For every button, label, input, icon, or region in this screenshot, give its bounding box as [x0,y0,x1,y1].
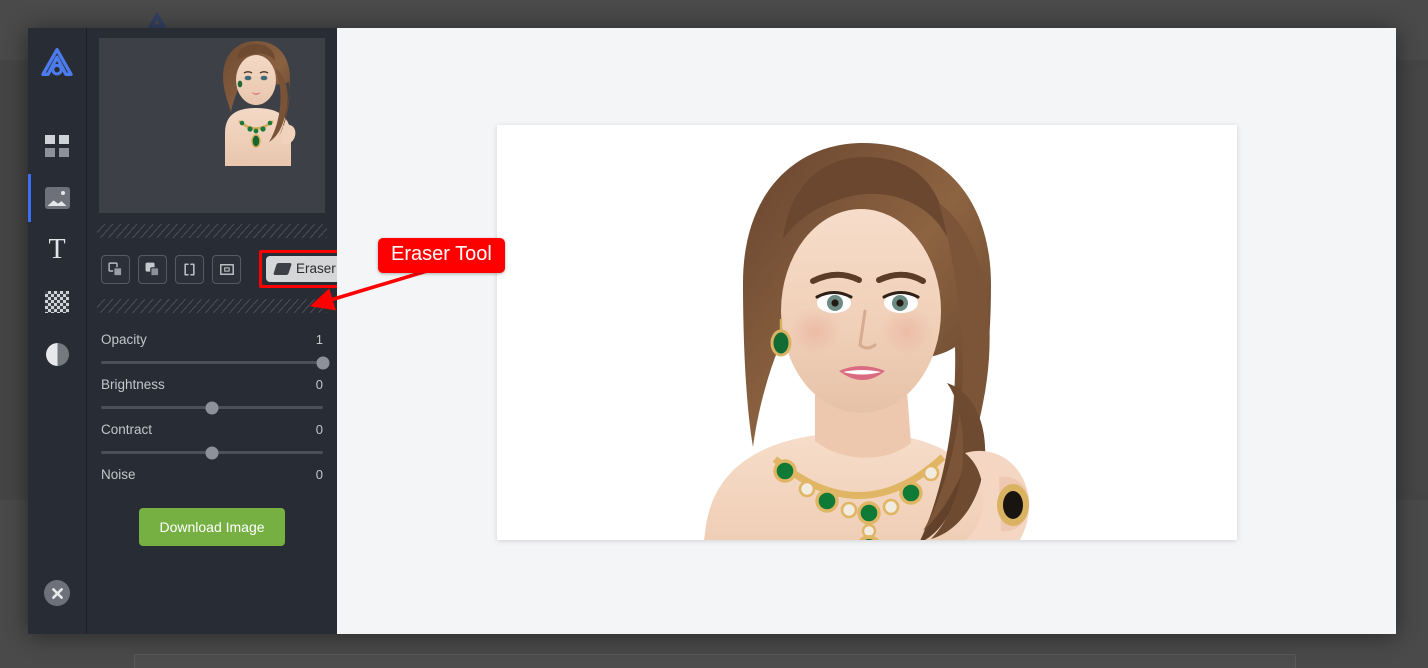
preview-thumbnail-wrap [87,28,337,213]
sidebar-item-background[interactable] [28,276,86,328]
brackets-icon [184,262,195,276]
editor-canvas[interactable] [337,28,1396,634]
slider-contract-track[interactable] [101,446,323,459]
close-editor-button[interactable] [44,580,70,606]
slider-brightness-track[interactable] [101,401,323,414]
slider-noise-label: Noise [101,467,136,482]
slider-noise-header: Noise 0 [101,467,323,482]
checkerboard-icon [45,291,69,313]
download-image-button[interactable]: Download Image [139,508,285,546]
canvas-image-card[interactable] [497,125,1237,540]
rail-tool-list: T [28,120,86,380]
brackets-button[interactable] [175,254,204,284]
bring-to-front-icon [145,262,160,276]
grid-icon [45,135,69,157]
canvas-portrait-image [704,143,1030,540]
slider-opacity: Opacity 1 [101,319,330,369]
image-icon [44,187,70,209]
panel-divider-bottom [97,299,327,313]
slider-contract: Contract 0 [101,409,323,459]
panel-divider-top [97,224,327,238]
slider-contract-knob[interactable] [205,446,219,459]
close-icon [51,587,63,599]
slider-brightness-label: Brightness [101,377,165,392]
slider-brightness-value: 0 [315,377,323,392]
contrast-icon [45,342,69,366]
annotation-label: Eraser Tool [378,238,505,273]
sidebar-item-text[interactable]: T [28,224,86,276]
slider-opacity-header: Opacity 1 [101,332,323,347]
slider-opacity-knob[interactable] [316,356,330,369]
slider-contract-label: Contract [101,422,153,437]
eraser-icon [273,262,292,275]
sidebar-item-filters[interactable] [28,328,86,380]
slider-opacity-value: 1 [315,332,323,347]
image-editor-modal: T Eraser Opacity 1 Brightness 0 Contract… [28,28,1396,634]
bring-to-front-button[interactable] [138,254,167,284]
slider-brightness: Brightness 0 [101,364,323,414]
download-button-wrap: Download Image [101,508,323,546]
slider-opacity-track[interactable] [101,356,330,369]
slider-noise-value: 0 [315,467,323,482]
screen-root: T Eraser Opacity 1 Brightness 0 Contract… [0,0,1428,668]
sidebar-item-image[interactable] [28,172,86,224]
slider-brightness-header: Brightness 0 [101,377,323,392]
slider-contract-header: Contract 0 [101,422,323,437]
appwrite-logo-icon[interactable] [40,46,74,78]
slider-contract-value: 0 [315,422,323,437]
slider-opacity-label: Opacity [101,332,147,347]
preview-portrait-image [223,41,296,166]
text-icon: T [48,234,66,265]
preview-thumbnail[interactable] [99,38,325,213]
image-properties-panel: Eraser Opacity 1 Brightness 0 Contract 0… [87,28,354,634]
duplicate-layers-button[interactable] [101,254,130,284]
slider-brightness-knob[interactable] [205,401,219,414]
crop-frame-icon [219,263,234,275]
duplicate-layers-icon [108,261,123,276]
background-right-strip [1396,70,1428,490]
left-tool-rail: T [28,28,87,634]
background-bottom-card [134,654,1296,668]
crop-frame-button[interactable] [212,254,241,284]
sidebar-item-templates[interactable] [28,120,86,172]
adjustment-sliders: Opacity 1 Brightness 0 Contract 0 Noise … [87,313,337,546]
